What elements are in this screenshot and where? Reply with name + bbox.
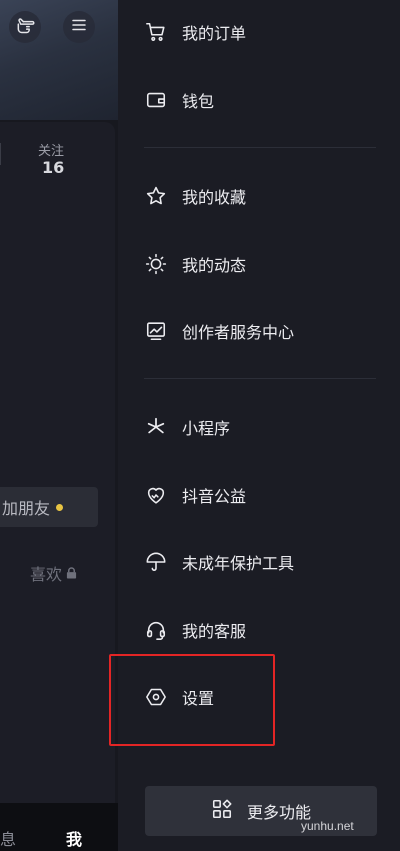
umbrella-icon — [144, 550, 168, 574]
nav-tab-message[interactable]: 消息 — [0, 826, 18, 850]
menu-item-favorites[interactable]: 我的收藏 — [118, 170, 400, 222]
menu-divider — [144, 147, 376, 148]
profile-page: 关注 16 加朋友 喜欢 消息 我 — [0, 0, 118, 851]
menu-item-settings[interactable]: 设置 — [118, 671, 400, 723]
watermark: yunhu.net — [301, 819, 354, 833]
menu-item-customer-service[interactable]: 我的客服 — [118, 604, 400, 656]
menu-item-label: 小程序 — [182, 419, 231, 438]
hand-pointer-icon — [15, 15, 35, 39]
menu-item-wallet[interactable]: 钱包 — [118, 74, 400, 126]
chart-monitor-icon — [144, 319, 168, 343]
menu-item-mini-programs[interactable]: 小程序 — [118, 401, 400, 453]
sun-icon — [144, 252, 168, 276]
notification-dot — [56, 503, 64, 511]
menu-divider — [144, 378, 376, 379]
star-icon — [144, 184, 168, 208]
asterisk-icon — [144, 415, 168, 439]
stat-divider — [0, 143, 1, 165]
likes-tab[interactable]: 喜欢 — [30, 561, 77, 585]
menu-item-label: 我的收藏 — [182, 188, 247, 207]
menu-item-label: 钱包 — [182, 92, 215, 111]
hex-nut-icon — [144, 685, 168, 709]
menu-item-creator-center[interactable]: 创作者服务中心 — [118, 305, 400, 357]
nav-tab-me[interactable]: 我 — [66, 826, 82, 850]
menu-icon — [70, 16, 88, 38]
menu-item-label: 我的订单 — [182, 24, 247, 43]
add-friend-label: 加朋友 — [2, 499, 51, 518]
grid-icon — [211, 798, 233, 824]
charity-heart-icon — [144, 483, 168, 507]
menu-item-charity[interactable]: 抖音公益 — [118, 469, 400, 521]
likes-tab-label: 喜欢 — [30, 565, 63, 584]
menu-item-label: 未成年保护工具 — [182, 554, 295, 573]
menu-item-minor-protection[interactable]: 未成年保护工具 — [118, 536, 400, 588]
headset-icon — [144, 618, 168, 642]
menu-item-label: 我的动态 — [182, 256, 247, 275]
menu-item-label: 设置 — [182, 689, 215, 708]
wallet-icon — [144, 88, 168, 112]
menu-button[interactable] — [63, 11, 95, 43]
menu-item-orders[interactable]: 我的订单 — [118, 6, 400, 58]
side-drawer: 我的订单 钱包 我的收藏 我的动态 创作者服务中心 小程序 抖音公益 未成年保护… — [118, 0, 400, 851]
following-label: 关注 — [38, 144, 65, 159]
menu-item-label: 抖音公益 — [182, 487, 247, 506]
add-friend-button[interactable]: 加朋友 — [0, 487, 98, 527]
lock-icon — [62, 564, 77, 583]
hand-pointer-button[interactable] — [9, 11, 41, 43]
menu-item-activity[interactable]: 我的动态 — [118, 238, 400, 290]
cart-icon — [144, 20, 168, 44]
menu-item-label: 创作者服务中心 — [182, 323, 295, 342]
menu-item-label: 我的客服 — [182, 622, 247, 641]
following-count[interactable]: 16 — [42, 158, 64, 177]
